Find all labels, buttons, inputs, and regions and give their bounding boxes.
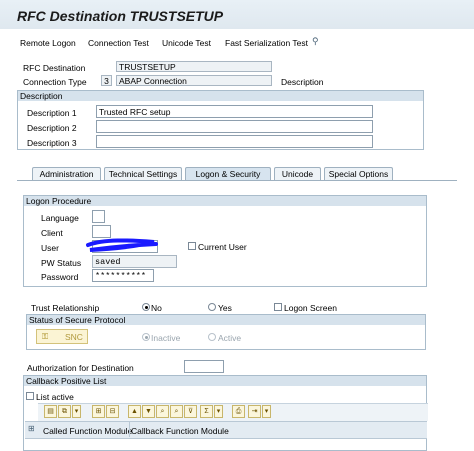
description-2-field[interactable]	[96, 120, 373, 133]
authorization-label: Authorization for Destination	[27, 363, 134, 373]
snc-button: ⚿ SNC	[36, 329, 88, 344]
current-user-label: Current User	[198, 242, 247, 252]
snc-icon: ⚿	[42, 332, 49, 341]
select-all-icon[interactable]: ⊞	[28, 424, 35, 433]
language-label: Language	[41, 213, 79, 223]
column-callback-function-module[interactable]: Callback Function Module	[131, 426, 229, 436]
column-divider	[129, 421, 130, 437]
description-section-title: Description	[18, 91, 423, 101]
logon-procedure-title: Logon Procedure	[24, 196, 426, 206]
active-label: Active	[218, 333, 242, 343]
trust-no-radio[interactable]	[142, 303, 150, 311]
active-radio	[208, 333, 216, 341]
tab-logon-security[interactable]: Logon & Security	[185, 167, 271, 181]
description-1-label: Description 1	[27, 108, 77, 118]
password-field[interactable]: **********	[92, 269, 154, 282]
details-icon[interactable]: ▤	[44, 405, 57, 418]
expand-icon[interactable]: ⚲	[312, 36, 319, 47]
unicode-test-button[interactable]: Unicode Test	[162, 38, 211, 48]
delete-row-icon[interactable]: ⊟	[106, 405, 119, 418]
description-3-field[interactable]	[96, 135, 373, 148]
callback-title: Callback Positive List	[24, 376, 426, 386]
description-label: Description	[281, 77, 324, 87]
trust-no-label: No	[151, 303, 162, 313]
sort-descending-icon[interactable]: ▼	[142, 405, 155, 418]
description-3-label: Description 3	[27, 138, 77, 148]
copy-icon[interactable]: ⧉	[58, 405, 71, 418]
rfc-destination-label: RFC Destination	[23, 63, 86, 73]
authorization-field[interactable]	[184, 360, 224, 373]
trust-relationship-label: Trust Relationship	[31, 303, 100, 313]
tab-administration[interactable]: Administration	[32, 167, 101, 181]
insert-row-icon[interactable]: ⊞	[92, 405, 105, 418]
fast-serialization-test-button[interactable]: Fast Serialization Test	[225, 38, 308, 48]
current-user-checkbox[interactable]	[188, 242, 196, 250]
pw-status-field: saved	[92, 255, 177, 268]
logon-screen-label: Logon Screen	[284, 303, 337, 313]
export-dropdown-icon[interactable]: ▾	[262, 405, 271, 418]
rfc-destination-field[interactable]: TRUSTSETUP	[116, 61, 272, 72]
secure-protocol-title: Status of Secure Protocol	[27, 315, 425, 325]
pw-status-label: PW Status	[41, 258, 82, 268]
snc-label: SNC	[65, 332, 83, 342]
remote-logon-button[interactable]: Remote Logon	[20, 38, 76, 48]
column-called-function-module[interactable]: Called Function Module	[43, 426, 132, 436]
page-title: RFC Destination TRUSTSETUP	[17, 8, 224, 24]
find-next-icon[interactable]: ⌕	[170, 405, 183, 418]
password-label: Password	[41, 272, 79, 282]
inactive-label: Inactive	[151, 333, 181, 343]
trust-yes-radio[interactable]	[208, 303, 216, 311]
list-active-checkbox[interactable]	[26, 392, 34, 400]
sum-icon[interactable]: Σ	[200, 405, 213, 418]
filter-icon[interactable]: ⊽	[184, 405, 197, 418]
connection-type-text: ABAP Connection	[116, 75, 272, 86]
trust-yes-label: Yes	[218, 303, 232, 313]
language-field[interactable]	[92, 210, 105, 223]
tab-strip-divider	[17, 180, 457, 181]
tab-special-options[interactable]: Special Options	[324, 167, 393, 181]
print-icon[interactable]: ⎙	[232, 405, 245, 418]
list-active-label: List active	[36, 392, 74, 402]
export-icon[interactable]: ⇥	[248, 405, 261, 418]
tab-technical-settings[interactable]: Technical Settings	[104, 167, 182, 181]
inactive-radio	[142, 333, 150, 341]
logon-screen-checkbox[interactable]	[274, 303, 282, 311]
dropdown-icon[interactable]: ▾	[72, 405, 81, 418]
description-1-field[interactable]: Trusted RFC setup	[96, 105, 373, 118]
user-label: User	[41, 243, 59, 253]
tab-unicode[interactable]: Unicode	[274, 167, 321, 181]
connection-type-code-field[interactable]: 3	[101, 75, 112, 86]
description-2-label: Description 2	[27, 123, 77, 133]
client-label: Client	[41, 228, 63, 238]
connection-type-label: Connection Type	[23, 77, 87, 87]
sort-ascending-icon[interactable]: ▲	[128, 405, 141, 418]
redaction-scribble	[86, 238, 158, 252]
find-icon[interactable]: ⌕	[156, 405, 169, 418]
sum-dropdown-icon[interactable]: ▾	[214, 405, 223, 418]
connection-test-button[interactable]: Connection Test	[88, 38, 149, 48]
